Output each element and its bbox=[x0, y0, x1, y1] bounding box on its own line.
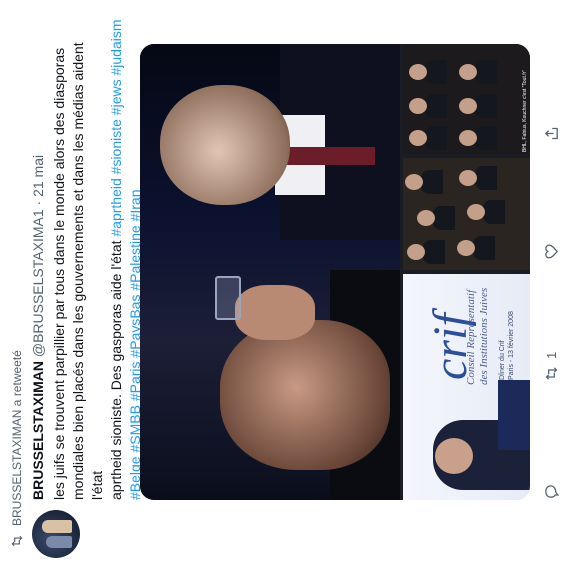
tweet-card[interactable]: BRUSSELSTAXIMAN a retweeté BRUSSELSTAXIM… bbox=[0, 0, 568, 564]
reply-button[interactable] bbox=[543, 483, 560, 500]
tweet-date[interactable]: 21 mai bbox=[30, 155, 46, 197]
heart-icon bbox=[544, 244, 558, 259]
crowd-photo bbox=[403, 158, 530, 270]
tweet-header: BRUSSELSTAXIMAN @BRUSSELSTAXIMA1 · 21 ma… bbox=[30, 155, 46, 500]
tweet-text-fragment: aprtheid sioniste. Des gasporas aide l'é… bbox=[108, 236, 124, 501]
reply-icon bbox=[544, 485, 559, 498]
tweet-actions: 1 bbox=[540, 44, 562, 500]
tweet-text-line: mondiales bien placés dans les gouvernem… bbox=[70, 42, 105, 500]
main-photo bbox=[140, 44, 400, 500]
share-button[interactable] bbox=[543, 125, 560, 142]
author-avatar[interactable] bbox=[32, 510, 80, 558]
crif-event-date: Paris - 13 février 2008 bbox=[508, 311, 515, 380]
tweet-text-line: les juifs se trouvent parpillier par tou… bbox=[51, 47, 67, 500]
crif-photo: crif Conseil Représentatif des Instituti… bbox=[403, 274, 530, 500]
photo-caption: BHL, Fabius, Kouchner c'est "Tout.fr" bbox=[522, 69, 528, 152]
crif-event: Dîner du Crif Paris - 13 février 2008 bbox=[498, 311, 516, 380]
retweet-icon bbox=[11, 535, 23, 547]
tweet-text: les juifs se trouvent parpillier par tou… bbox=[50, 10, 145, 500]
share-icon bbox=[544, 127, 558, 140]
author-handle[interactable]: @BRUSSELSTAXIMA1 bbox=[30, 209, 46, 357]
tweet-text-line: aprtheid sioniste. Des gasporas aide l'é… bbox=[107, 10, 126, 500]
author-name[interactable]: BRUSSELSTAXIMAN bbox=[30, 361, 46, 500]
retweet-context-text: BRUSSELSTAXIMAN a retweeté bbox=[10, 350, 24, 526]
retweet-icon bbox=[545, 367, 557, 380]
retweet-button[interactable]: 1 bbox=[543, 352, 560, 382]
hashtag-link-group[interactable]: #aprtheid #sioniste #jews #judaism bbox=[108, 19, 124, 236]
crif-event-title: Dîner du Crif bbox=[499, 340, 506, 380]
like-button[interactable] bbox=[543, 243, 560, 260]
tweet-media-image[interactable]: crif Conseil Représentatif des Instituti… bbox=[140, 44, 530, 500]
crif-subtitle: Conseil Représentatif des Institutions J… bbox=[465, 287, 490, 385]
retweet-context: BRUSSELSTAXIMAN a retweeté bbox=[8, 350, 26, 548]
header-separator: · bbox=[30, 200, 46, 206]
group-photo: BHL, Fabius, Kouchner c'est "Tout.fr" bbox=[403, 44, 530, 154]
retweet-count: 1 bbox=[543, 351, 559, 359]
